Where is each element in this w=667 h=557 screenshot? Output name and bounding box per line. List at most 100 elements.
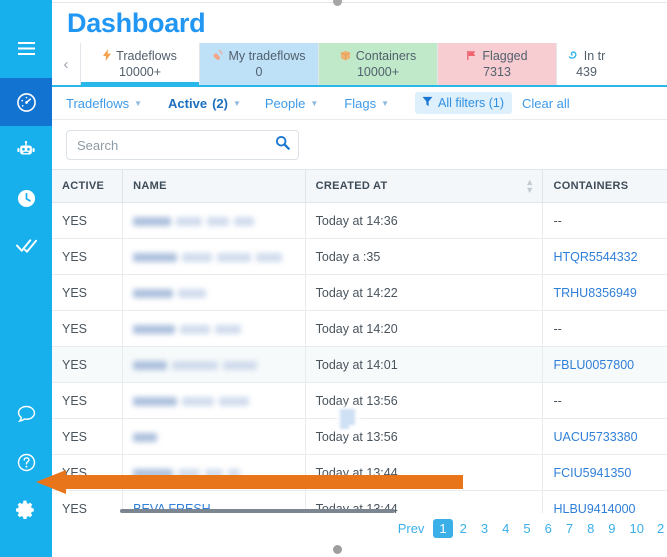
filter-active-count: (2) <box>212 95 228 111</box>
pagination-page[interactable]: 8 <box>580 520 601 537</box>
pagination-page[interactable]: 4 <box>495 520 516 537</box>
column-header-containers-label: CONTAINERS <box>553 180 629 192</box>
cell-containers[interactable]: FCIU5941350 <box>542 454 667 491</box>
tab-tradeflows-count: 10000+ <box>118 64 162 79</box>
cell-created-at: Today at 14:01 <box>305 346 544 383</box>
table-row[interactable]: YES Today a :35 HTQR5544332 <box>52 238 667 275</box>
cell-name[interactable] <box>122 274 306 311</box>
cell-name[interactable] <box>122 418 306 455</box>
tab-in-transit[interactable]: In tr 439 <box>556 43 616 85</box>
scroll-indicator-bottom <box>333 545 342 554</box>
filter-tradeflows[interactable]: Tradeflows ▼ <box>66 96 142 111</box>
pagination-page[interactable]: 7 <box>559 520 580 537</box>
sidebar-item-automation[interactable] <box>0 126 52 174</box>
table-row[interactable]: YES Today at 13:56 UACU5733380 <box>52 418 667 455</box>
tab-strip: ‹ Tradeflows 10000+ My tradeflows 0 Cont… <box>52 43 667 87</box>
redacted-name-block <box>133 288 174 298</box>
table-row[interactable]: YES Today at 13:56 -- <box>52 382 667 419</box>
filter-active[interactable]: Active (2) ▼ <box>168 96 241 111</box>
page-title: Dashboard <box>67 8 206 38</box>
redacted-name-block <box>182 252 213 262</box>
cell-name[interactable] <box>122 310 306 347</box>
search-input[interactable] <box>77 137 275 153</box>
column-header-containers[interactable]: CONTAINERS ▲▼ <box>542 169 667 203</box>
sidebar-nav-group <box>0 78 52 270</box>
pagination-page[interactable]: 6 <box>538 520 559 537</box>
sort-toggle-created-at[interactable]: ▲ ▼ <box>525 177 534 194</box>
filter-flags-label: Flags <box>344 95 377 111</box>
tab-in-transit-top: In tr <box>568 49 605 65</box>
redacted-name-block <box>207 216 230 226</box>
pagination-page[interactable]: 5 <box>516 520 537 537</box>
container-link[interactable]: UACU5733380 <box>553 430 637 444</box>
redacted-name-block <box>133 432 158 442</box>
filter-flags[interactable]: Flags ▼ <box>344 96 389 111</box>
cell-created-at: Today at 14:20 <box>305 310 544 347</box>
pagination-page[interactable]: 2 <box>651 520 667 537</box>
container-link[interactable]: FBLU0057800 <box>553 358 634 372</box>
cell-containers: -- <box>542 382 667 419</box>
cell-containers[interactable]: FBLU0057800 <box>542 346 667 383</box>
redacted-name-block <box>256 252 283 262</box>
container-link[interactable]: TRHU8356949 <box>553 286 636 300</box>
cell-name[interactable] <box>122 346 306 383</box>
sidebar-item-settings[interactable] <box>0 486 52 534</box>
cell-containers[interactable]: TRHU8356949 <box>542 274 667 311</box>
tabs-collapse-button[interactable]: ‹ <box>52 43 80 85</box>
table-row[interactable]: YES Today at 13:44 FCIU5941350 <box>52 454 667 491</box>
clear-all-button[interactable]: Clear all <box>522 96 570 111</box>
chat-bubble-icon <box>17 405 36 423</box>
table-horizontal-scrollbar[interactable] <box>120 509 395 513</box>
table-row[interactable]: YES Today at 14:36 -- <box>52 202 667 239</box>
pagination-page[interactable]: 3 <box>474 520 495 537</box>
box-icon <box>340 50 351 64</box>
pagination: Prev 1 2 3 4 5 6 7 8 9 10 2 <box>52 513 667 543</box>
sidebar-top-group <box>0 24 52 72</box>
table-row[interactable]: YES Today at 14:20 -- <box>52 310 667 347</box>
sidebar-item-dashboard[interactable] <box>0 78 52 126</box>
cell-name[interactable] <box>122 202 306 239</box>
sidebar-item-help[interactable] <box>0 438 52 486</box>
pagination-page[interactable]: 2 <box>453 520 474 537</box>
search-box[interactable] <box>66 130 299 160</box>
tab-my-tradeflows-label: My tradeflows <box>228 48 306 63</box>
table-row[interactable]: YES Today at 14:22 TRHU8356949 <box>52 274 667 311</box>
cell-created-at: Today at 14:36 <box>305 202 544 239</box>
pagination-prev[interactable]: Prev <box>391 520 434 537</box>
tab-my-tradeflows[interactable]: My tradeflows 0 <box>199 43 318 85</box>
cell-created-at: Today a :35 <box>305 238 544 275</box>
container-link[interactable]: HTQR5544332 <box>553 250 637 264</box>
sidebar-item-chat[interactable] <box>0 390 52 438</box>
container-link[interactable]: FCIU5941350 <box>553 466 631 480</box>
sidebar-item-history[interactable] <box>0 174 52 222</box>
filter-people[interactable]: People ▼ <box>265 96 318 111</box>
menu-icon <box>17 41 35 55</box>
table-row[interactable]: YES Today at 14:01 FBLU0057800 <box>52 346 667 383</box>
column-header-name[interactable]: NAME <box>122 169 306 203</box>
filter-bar: Tradeflows ▼ Active (2) ▼ People ▼ Flags… <box>52 87 667 120</box>
pagination-page[interactable]: 10 <box>623 520 651 537</box>
tab-flagged[interactable]: Flagged 7313 <box>437 43 556 85</box>
double-check-icon <box>15 238 37 254</box>
pagination-page[interactable]: 1 <box>433 518 453 538</box>
all-filters-button[interactable]: All filters (1) <box>415 92 512 114</box>
redacted-name-block <box>234 216 255 226</box>
cell-active: YES <box>52 418 124 455</box>
tab-containers[interactable]: Containers 10000+ <box>318 43 437 85</box>
tab-containers-count: 10000+ <box>356 64 400 79</box>
search-icon[interactable] <box>275 135 290 155</box>
cell-containers[interactable]: UACU5733380 <box>542 418 667 455</box>
cell-containers[interactable]: HTQR5544332 <box>542 238 667 275</box>
table-head: ACTIVE NAME CREATED AT ▲▼ CONTAINERS ▲▼ <box>52 169 667 203</box>
pagination-page[interactable]: 9 <box>601 520 622 537</box>
column-header-created-at[interactable]: CREATED AT ▲ ▼ <box>305 169 544 203</box>
sidebar-item-tasks[interactable] <box>0 222 52 270</box>
menu-icon-button[interactable] <box>0 24 52 72</box>
cell-name[interactable] <box>122 382 306 419</box>
redacted-name-block <box>172 360 219 370</box>
tab-flagged-count: 7313 <box>483 64 511 79</box>
column-header-active[interactable]: ACTIVE <box>52 169 124 203</box>
cell-name[interactable] <box>122 454 306 491</box>
cell-name[interactable] <box>122 238 306 275</box>
tab-tradeflows[interactable]: Tradeflows 10000+ <box>80 43 199 85</box>
